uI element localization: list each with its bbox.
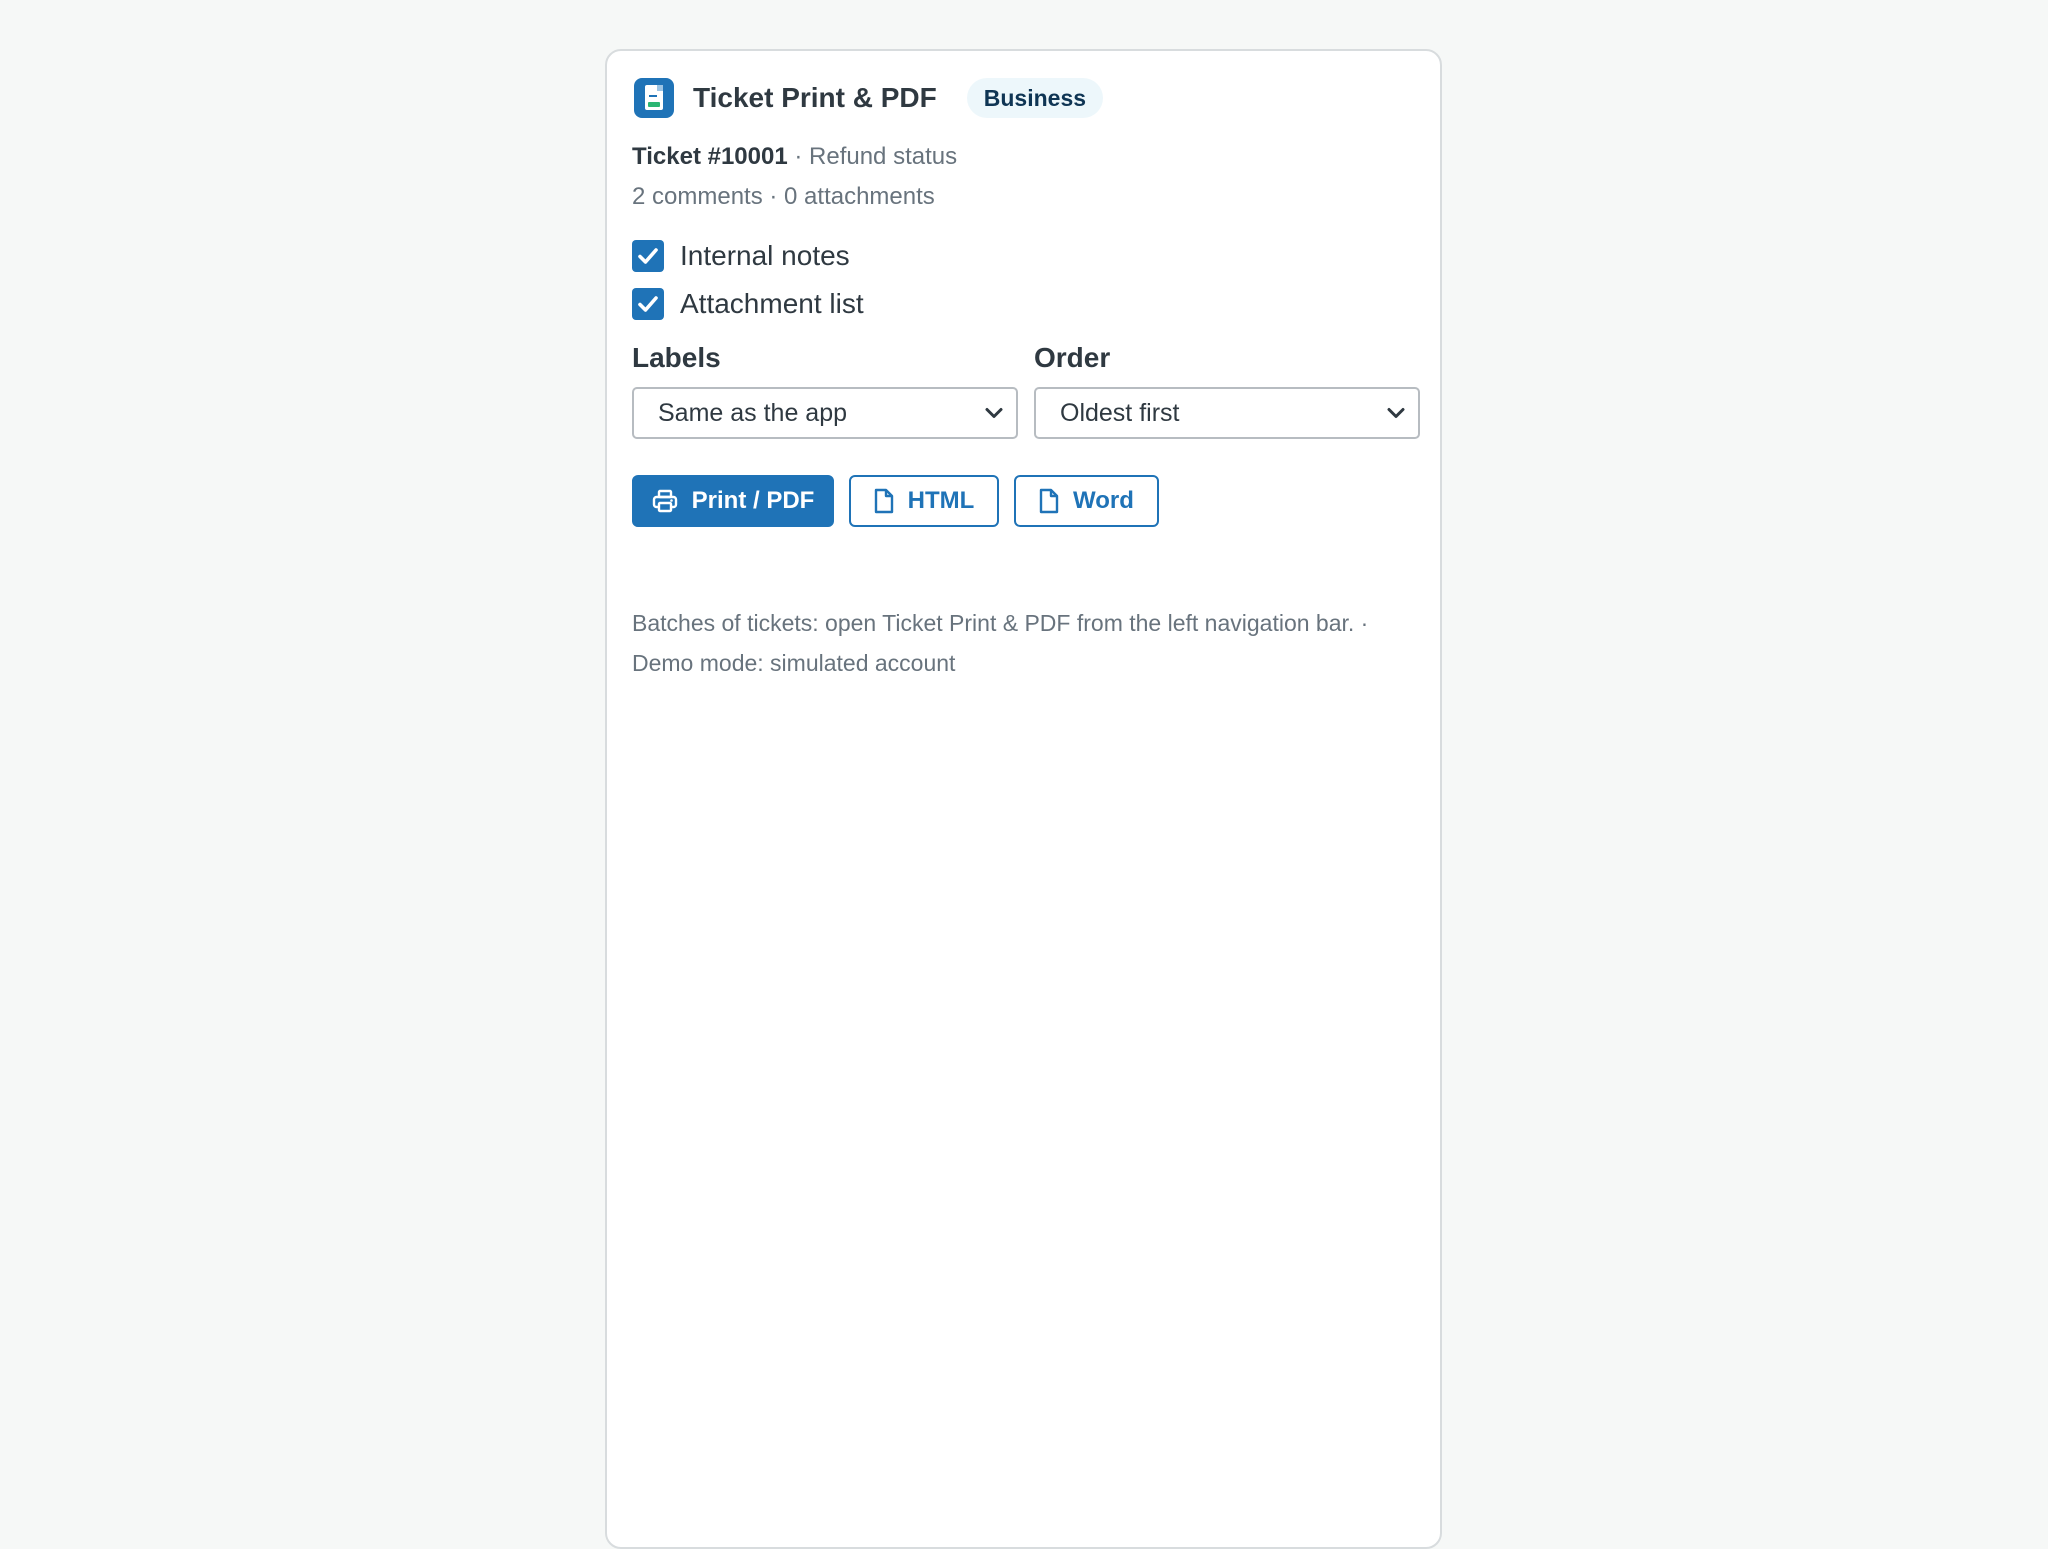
- word-export-label: Word: [1073, 487, 1134, 514]
- app-title: Ticket Print & PDF: [693, 82, 937, 113]
- app-header: Ticket Print & PDF Business: [634, 77, 1104, 119]
- ticket-counts: 2 comments · 0 attachments: [632, 183, 935, 210]
- plan-badge: Business: [966, 78, 1104, 118]
- print-pdf-button[interactable]: Print / PDF: [632, 475, 834, 527]
- labels-select[interactable]: Same as the app: [632, 387, 1018, 439]
- ticket-id: Ticket #10001: [632, 143, 788, 170]
- word-export-button[interactable]: Word: [1014, 475, 1159, 527]
- attachment-list-checkbox[interactable]: [632, 288, 664, 320]
- internal-notes-option[interactable]: Internal notes: [632, 239, 850, 273]
- document-icon: [634, 78, 674, 118]
- labels-field-label: Labels: [632, 342, 721, 373]
- attachment-list-label[interactable]: Attachment list: [680, 288, 864, 320]
- print-pdf-label: Print / PDF: [691, 487, 815, 514]
- order-select-value: Oldest first: [1060, 399, 1180, 427]
- chevron-down-icon: [985, 408, 1003, 418]
- printer-icon: [652, 489, 678, 513]
- order-select[interactable]: Oldest first: [1034, 387, 1420, 439]
- checkmark-icon: [638, 248, 658, 264]
- file-icon: [1039, 488, 1059, 514]
- labels-select-value: Same as the app: [658, 399, 848, 427]
- html-export-label: HTML: [907, 487, 975, 514]
- ticket-summary: Ticket #10001 · Refund status: [632, 141, 957, 173]
- app-panel: Ticket Print & PDF Business Ticket #1000…: [605, 49, 1442, 1549]
- help-footnote: Batches of tickets: open Ticket Print & …: [632, 610, 1369, 676]
- file-icon: [874, 488, 894, 514]
- internal-notes-label[interactable]: Internal notes: [680, 240, 850, 272]
- ticket-separator: ·: [787, 143, 810, 170]
- html-export-button[interactable]: HTML: [849, 475, 999, 527]
- order-field-label: Order: [1034, 342, 1111, 373]
- internal-notes-checkbox[interactable]: [632, 240, 664, 272]
- checkmark-icon: [638, 296, 658, 312]
- attachment-list-option[interactable]: Attachment list: [632, 287, 864, 321]
- ticket-subject: Refund status: [809, 143, 958, 170]
- chevron-down-icon: [1387, 408, 1405, 418]
